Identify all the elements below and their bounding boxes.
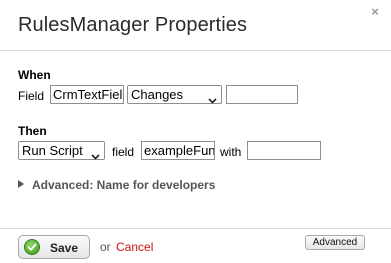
when-field-label: Field bbox=[18, 89, 45, 103]
then-field-label: field bbox=[112, 145, 135, 159]
chevron-down-icon bbox=[91, 148, 100, 163]
chevron-down-icon bbox=[208, 92, 217, 107]
condition-value-input[interactable] bbox=[226, 85, 298, 104]
then-heading: Then bbox=[18, 124, 47, 138]
condition-select-value: Changes bbox=[131, 87, 184, 102]
save-button-label: Save bbox=[50, 241, 79, 255]
advanced-expander-label: Advanced: Name for developers bbox=[32, 178, 216, 192]
then-field-input[interactable]: exampleFunction bbox=[141, 141, 215, 160]
cancel-link[interactable]: Cancel bbox=[116, 240, 153, 254]
with-value-input[interactable] bbox=[247, 141, 321, 160]
properties-dialog: RulesManager Properties × When Field Crm… bbox=[0, 0, 391, 263]
save-button[interactable]: Save bbox=[18, 235, 90, 259]
close-icon[interactable]: × bbox=[369, 4, 381, 19]
with-label: with bbox=[220, 145, 242, 159]
footer-divider bbox=[0, 228, 391, 229]
advanced-expander[interactable]: Advanced: Name for developers bbox=[18, 178, 215, 192]
action-select-value: Run Script bbox=[22, 143, 83, 158]
triangle-right-icon bbox=[18, 180, 24, 188]
condition-select[interactable]: Changes bbox=[127, 85, 222, 104]
checkmark-icon bbox=[24, 239, 40, 255]
when-field-input[interactable]: CrmTextField bbox=[50, 85, 124, 104]
advanced-button[interactable]: Advanced bbox=[305, 235, 365, 250]
action-select[interactable]: Run Script bbox=[18, 141, 105, 160]
dialog-title: RulesManager Properties bbox=[18, 14, 248, 36]
or-text: or bbox=[100, 240, 111, 254]
when-heading: When bbox=[18, 68, 51, 82]
header-divider bbox=[0, 50, 391, 51]
